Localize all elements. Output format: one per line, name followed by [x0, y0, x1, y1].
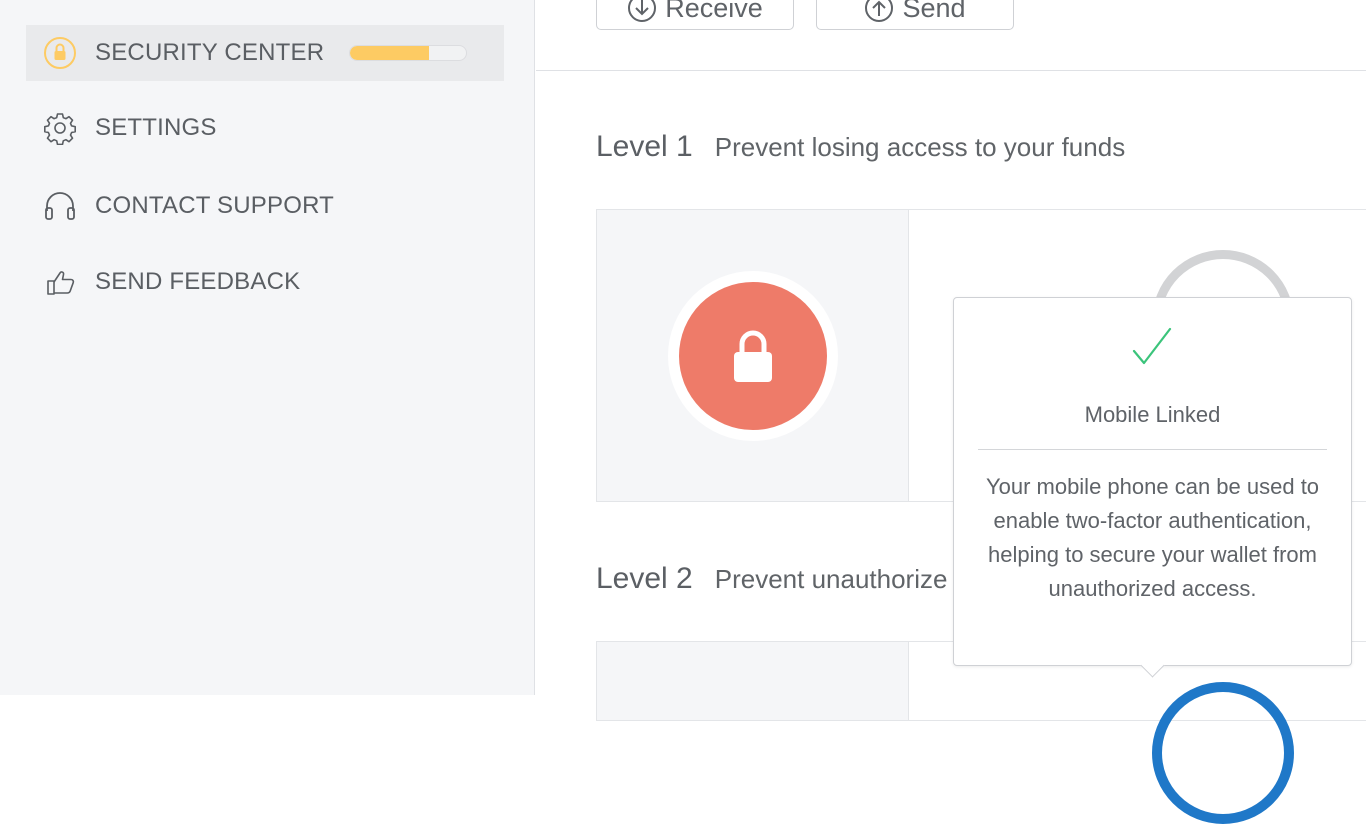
- sidebar-item-label: SEND FEEDBACK: [95, 268, 301, 295]
- sidebar-item-label: SECURITY CENTER: [95, 39, 325, 66]
- receive-icon: [628, 0, 657, 22]
- mobile-linked-tooltip: Mobile Linked Your mobile phone can be u…: [953, 297, 1352, 678]
- level-number: Level 2: [596, 562, 693, 595]
- security-progress-bar: [349, 45, 468, 61]
- sidebar-item-send-feedback[interactable]: SEND FEEDBACK: [26, 254, 504, 310]
- receive-button-label: Receive: [665, 0, 763, 23]
- tooltip-divider: [978, 449, 1327, 450]
- level-number: Level 1: [596, 130, 693, 163]
- checkmark-icon: [1132, 327, 1172, 365]
- sidebar-item-label: CONTACT SUPPORT: [95, 192, 335, 219]
- tooltip-body: Your mobile phone can be used to enable …: [985, 474, 1320, 601]
- sidebar-item-security-center[interactable]: SECURITY CENTER: [26, 25, 504, 81]
- sidebar: SECURITY CENTER SETTINGS CONTACT SUPPORT…: [0, 0, 535, 695]
- sidebar-item-label: SETTINGS: [95, 114, 217, 141]
- padlock-icon: [734, 330, 772, 382]
- lock-badge: [668, 271, 838, 441]
- send-button-label: Send: [902, 0, 966, 23]
- gear-icon: [42, 110, 78, 146]
- thumbs-up-icon: [42, 264, 78, 300]
- level-2-heading: Level 2 Prevent unauthorize: [596, 562, 947, 596]
- security-progress-fill: [350, 46, 430, 60]
- level-1-card-icon-panel: [597, 210, 909, 501]
- receive-button[interactable]: Receive: [596, 0, 794, 30]
- level-2-status-ring[interactable]: [1152, 682, 1294, 824]
- toolbar: Receive Send: [536, 0, 1366, 71]
- lock-icon: [42, 35, 78, 71]
- send-button[interactable]: Send: [816, 0, 1014, 30]
- level-description: Prevent losing access to your funds: [714, 132, 1126, 162]
- send-icon: [865, 0, 894, 22]
- tooltip-title: Mobile Linked: [1084, 402, 1221, 427]
- level-description: Prevent unauthorize: [714, 564, 948, 594]
- sidebar-item-contact-support[interactable]: CONTACT SUPPORT: [26, 178, 504, 234]
- headset-icon: [42, 188, 78, 224]
- level-1-heading: Level 1 Prevent losing access to your fu…: [596, 130, 1125, 164]
- level-2-card-icon-panel: [597, 642, 909, 720]
- sidebar-item-settings[interactable]: SETTINGS: [26, 100, 504, 156]
